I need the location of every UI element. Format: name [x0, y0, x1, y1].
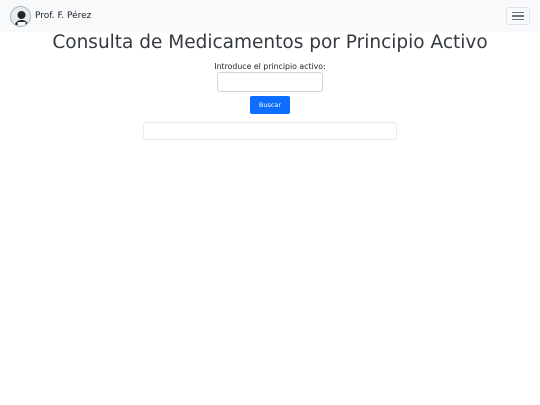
- hamburger-menu-icon: [512, 11, 524, 13]
- search-button[interactable]: Buscar: [250, 96, 290, 114]
- active-ingredient-label: Introduce el principio activo:: [214, 62, 326, 71]
- brand-name: Prof. F. Pérez: [35, 10, 92, 21]
- hamburger-bar: [512, 15, 524, 17]
- navbar: Prof. F. Pérez: [0, 0, 540, 32]
- profile-avatar-icon: [10, 5, 31, 27]
- brand-link[interactable]: Prof. F. Pérez: [10, 5, 91, 27]
- page-title: Consulta de Medicamentos por Principio A…: [52, 32, 488, 53]
- hamburger-bar: [512, 19, 524, 21]
- active-ingredient-input[interactable]: [217, 72, 323, 92]
- navbar-toggler-button[interactable]: [506, 7, 530, 25]
- results-container: [143, 122, 397, 140]
